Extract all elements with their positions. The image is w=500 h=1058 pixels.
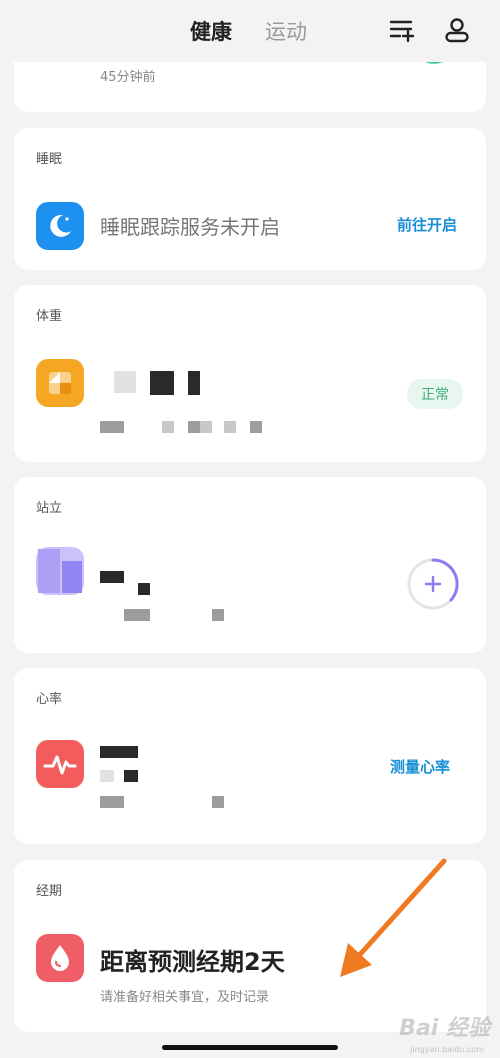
- user-icon[interactable]: [443, 16, 471, 44]
- redacted-text: [212, 609, 224, 621]
- redacted-value: [100, 770, 114, 782]
- status-badge: 正常: [407, 379, 463, 409]
- redacted-value: [188, 371, 200, 395]
- top-header: 健康 运动: [0, 0, 500, 62]
- redacted-text: [100, 796, 124, 808]
- drop-icon: [36, 934, 84, 982]
- measure-heart-rate-link[interactable]: 测量心率: [390, 756, 450, 777]
- sleep-message: 睡眠跟踪服务未开启: [100, 215, 280, 239]
- card-title: 经期: [36, 884, 63, 899]
- period-subtext: 请准备好相关事宜，及时记录: [100, 990, 270, 1005]
- card-title: 站立: [36, 501, 63, 516]
- redacted-value: [124, 770, 138, 782]
- redacted-value: [114, 371, 136, 393]
- redacted-text: [212, 796, 224, 808]
- heart-card[interactable]: 心率 测量心率: [14, 668, 486, 844]
- standing-icon: [36, 547, 84, 595]
- redacted-text: [200, 421, 212, 433]
- weight-icon: [36, 359, 84, 407]
- card-title: 睡眠: [36, 152, 63, 167]
- redacted-text: [124, 609, 150, 621]
- watermark-logo: Bai 经验: [399, 1016, 490, 1041]
- stand-card[interactable]: 站立: [14, 477, 486, 653]
- card-title: 心率: [36, 692, 63, 707]
- add-stand-button[interactable]: [406, 557, 460, 611]
- redacted-text: [100, 421, 124, 433]
- weight-card[interactable]: 体重 正常: [14, 285, 486, 462]
- tab-health[interactable]: 健康: [190, 16, 232, 46]
- tab-sport[interactable]: 运动: [265, 16, 307, 46]
- redacted-text: [162, 421, 174, 433]
- redacted-value: [138, 583, 150, 595]
- redacted-value: [150, 371, 174, 395]
- redacted-value: [100, 571, 124, 583]
- redacted-text: [224, 421, 236, 433]
- edit-list-icon[interactable]: [388, 16, 416, 44]
- card-title: 体重: [36, 309, 63, 324]
- period-message: 距离预测经期2天: [100, 948, 285, 976]
- enable-sleep-link[interactable]: 前往开启: [397, 214, 457, 235]
- home-indicator[interactable]: [162, 1045, 338, 1050]
- redacted-value: [100, 746, 138, 758]
- heart-rate-icon: [36, 740, 84, 788]
- redacted-text: [188, 421, 200, 433]
- moon-icon: [36, 202, 84, 250]
- watermark-url: jingyan.baidu.com: [410, 1045, 484, 1054]
- sleep-card[interactable]: 睡眠 睡眠跟踪服务未开启 前往开启: [14, 128, 486, 270]
- time-ago: 45分钟前: [100, 70, 156, 85]
- annotation-arrow-icon: [340, 858, 447, 977]
- redacted-text: [250, 421, 262, 433]
